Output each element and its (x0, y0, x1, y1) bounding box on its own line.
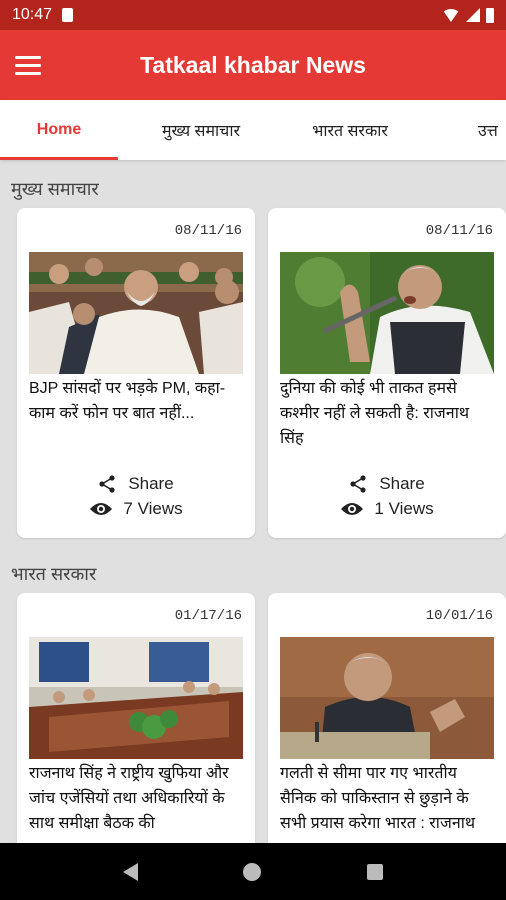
card-headline[interactable]: दुनिया की कोई भी ताकत हमसे कश्मीर नहीं ल… (280, 376, 496, 451)
wifi-icon (442, 8, 460, 22)
eye-icon (90, 503, 113, 515)
views-label: 7 Views (123, 499, 183, 518)
share-button[interactable]: Share (17, 474, 255, 494)
section-title: भारत सरकार (11, 564, 97, 584)
section-title: मुख्य समाचार (11, 179, 99, 199)
news-image[interactable] (280, 252, 494, 374)
battery-icon (486, 7, 494, 23)
tab-uttar[interactable]: उत्त (416, 100, 506, 160)
views-label: 1 Views (374, 499, 434, 518)
card-headline[interactable]: राजनाथ सिंह ने राष्ट्रीय खुफिया और जांच … (29, 761, 245, 836)
card-headline[interactable]: गलती से सीमा पार गए भारतीय सैनिक को पाकि… (280, 761, 496, 836)
card-date: 08/11/16 (425, 223, 493, 239)
card-date: 10/01/16 (425, 608, 493, 624)
views-count: 7 Views (17, 499, 255, 519)
news-card[interactable]: 08/11/16 दुनिया की कोई भी ताकत हमसे कश्म… (268, 208, 506, 538)
category-tabs: Home मुख्य समाचार भारत सरकार उत्त (0, 100, 506, 160)
news-image[interactable] (29, 637, 243, 759)
views-count: 1 Views (268, 499, 506, 519)
system-navigation-bar (0, 843, 506, 900)
tab-home[interactable]: Home (0, 100, 118, 160)
app-bar: Tatkaal khabar News (0, 30, 506, 100)
share-label: Share (128, 474, 174, 493)
sd-card-icon (62, 8, 74, 22)
status-time: 10:47 (12, 6, 53, 23)
share-label: Share (379, 474, 425, 493)
share-icon (350, 475, 366, 493)
signal-icon (466, 8, 480, 22)
status-bar: 10:47 (0, 0, 506, 30)
card-headline[interactable]: BJP सांसदों पर भड़के PM, कहा- काम करें फ… (29, 376, 245, 426)
news-card[interactable]: 10/01/16 गलती से सीमा पार गए भारतीय सैनि… (268, 593, 506, 853)
tab-mukhya-samachar[interactable]: मुख्य समाचार (118, 100, 284, 160)
card-date: 01/17/16 (174, 608, 242, 624)
news-card[interactable]: 08/11/16 BJP सांसदों पर भड़के PM, कहा- क… (17, 208, 255, 538)
back-icon[interactable] (122, 862, 138, 881)
eye-icon (341, 503, 364, 515)
share-button[interactable]: Share (268, 474, 506, 494)
tab-bharat-sarkar[interactable]: भारत सरकार (284, 100, 416, 160)
hamburger-menu-icon[interactable] (0, 37, 56, 93)
card-date: 08/11/16 (174, 223, 242, 239)
recent-apps-icon[interactable] (367, 863, 384, 880)
status-icons (442, 7, 494, 23)
home-icon[interactable] (243, 862, 262, 881)
news-card[interactable]: 01/17/16 राजनाथ सिंह ने राष्ट्रीय खुफिया… (17, 593, 255, 853)
share-icon (99, 475, 115, 493)
news-image[interactable] (29, 252, 243, 374)
news-image[interactable] (280, 637, 494, 759)
app-title: Tatkaal khabar News (140, 51, 366, 78)
